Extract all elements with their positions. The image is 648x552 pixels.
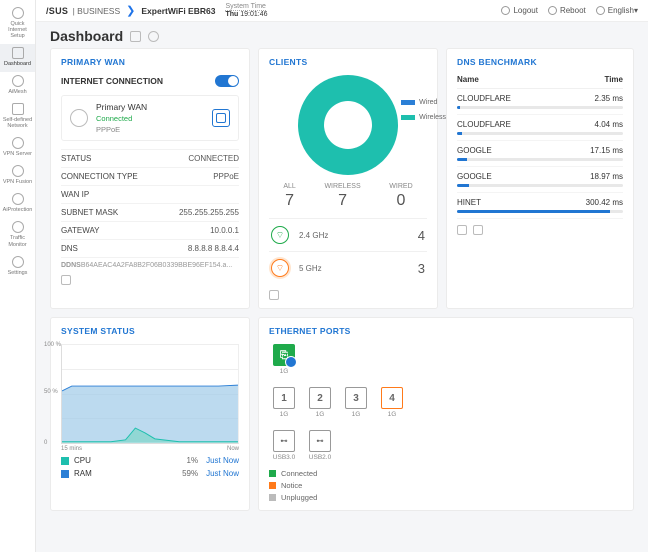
cpu-just-now[interactable]: Just Now [206, 456, 239, 465]
port-wan[interactable]: ⎘1G [269, 344, 299, 375]
wan-summary: Primary WAN Connected PPPoE [61, 95, 239, 141]
settings-icon[interactable] [148, 31, 159, 42]
kv-wan-ip: WAN IP [61, 185, 239, 203]
globe-icon [596, 6, 605, 15]
sidebar-item-vpn-fusion[interactable]: VPN Fusion [0, 162, 35, 190]
gauge-icon [12, 7, 24, 19]
primary-wan-card: PRIMARY WAN INTERNET CONNECTION Primary … [50, 48, 250, 309]
sidebar-item-dashboard[interactable]: Dashboard [0, 44, 35, 72]
dashboard-icon [12, 47, 24, 59]
chevron-down-icon: ▾ [634, 6, 638, 15]
vpn-server-icon [12, 137, 24, 149]
chevron-right-icon: ❯ [126, 4, 135, 17]
dns-row: GOOGLE17.15 ms [457, 141, 623, 167]
kv-status: STATUSCONNECTED [61, 149, 239, 167]
network-icon [12, 103, 24, 115]
kv-subnet: SUBNET MASK255.255.255.255 [61, 203, 239, 221]
logout-button[interactable]: Logout [501, 6, 537, 15]
brand-logo: /SUS [46, 6, 68, 16]
kv-ddns: DDNSB64AEAC4A2FA8B2F06B0339BBE96EF154.a.… [61, 257, 239, 269]
gear-icon [12, 256, 24, 268]
port-lan-2[interactable]: 21G [305, 387, 335, 418]
donut-legend: Wired Wireless [401, 99, 446, 129]
card-title: PRIMARY WAN [61, 57, 239, 67]
usb-icon: ⊷ [309, 430, 331, 452]
dns-benchmark-card: DNS BENCHMARK NameTime CLOUDFLARE2.35 ms… [446, 48, 634, 309]
wan-edit-button[interactable] [212, 109, 230, 127]
clients-donut-chart: Wired Wireless [298, 75, 398, 175]
port-usb2[interactable]: ⊷USB2.0 [305, 430, 335, 461]
dns-row: CLOUDFLARE4.04 ms [457, 115, 623, 141]
vpn-fusion-icon [12, 165, 24, 177]
trash-icon[interactable] [473, 225, 483, 235]
page-header: Dashboard [36, 22, 648, 48]
system-status-chart: 100 % 50 % 0 [61, 344, 239, 444]
topbar: /SUS | BUSINESS ❯ ExpertWiFi EBR63 Syste… [36, 0, 648, 22]
sidebar-item-settings[interactable]: Settings [0, 253, 35, 281]
reboot-icon [548, 6, 557, 15]
sidebar-item-sdn[interactable]: Self-defined Network [0, 100, 35, 134]
kv-dns: DNS8.8.8.8 8.8.4.4 [61, 239, 239, 257]
model-name: ExpertWiFi EBR63 [141, 6, 215, 16]
sidebar-item-vpn-server[interactable]: VPN Server [0, 134, 35, 162]
page-title: Dashboard [50, 28, 123, 44]
sidebar-item-traffic[interactable]: Traffic Monitor [0, 218, 35, 252]
sidebar-item-aimesh[interactable]: AiMesh [0, 72, 35, 100]
pin-icon[interactable] [61, 275, 71, 285]
logout-icon [501, 6, 510, 15]
wifi-icon: ⌔ [271, 226, 289, 244]
port-lan-1[interactable]: 11G [269, 387, 299, 418]
traffic-icon [12, 221, 24, 233]
internet-toggle[interactable] [215, 75, 239, 87]
sidebar-item-aiprotection[interactable]: AiProtection [0, 190, 35, 218]
metric-cpu: CPU1%Just Now [61, 456, 239, 465]
kv-gateway: GATEWAY10.0.0.1 [61, 221, 239, 239]
sidebar-item-quick-setup[interactable]: Quick Internet Setup [0, 4, 35, 44]
wifi-icon: ⌔ [271, 259, 289, 277]
system-status-card: SYSTEM STATUS 100 % 50 % 0 15 minsNow CP… [50, 317, 250, 511]
metric-ram: RAM59%Just Now [61, 469, 239, 478]
dns-table-header: NameTime [457, 75, 623, 89]
clients-card: CLIENTS Wired Wireless ALL7 WIRELESS7 WI… [258, 48, 438, 309]
sidebar: Quick Internet Setup Dashboard AiMesh Se… [0, 0, 36, 552]
wan-port-icon: ⎘ [273, 344, 295, 366]
port-lan-4[interactable]: 41G [377, 387, 407, 418]
ethernet-ports-card: ETHERNET PORTS ⎘1G 11G 21G 31G 41G ⊷USB3… [258, 317, 634, 511]
language-select[interactable]: English ▾ [596, 6, 638, 15]
pin-icon[interactable] [457, 225, 467, 235]
pin-icon[interactable] [269, 290, 279, 300]
system-time: System Time Thu 19:01:46 [225, 3, 267, 18]
layout-icon[interactable] [130, 31, 141, 42]
client-counts: ALL7 WIRELESS7 WIRED0 [269, 183, 427, 210]
ram-just-now[interactable]: Just Now [206, 469, 239, 478]
dns-row: HINET300.42 ms [457, 193, 623, 219]
dns-row: CLOUDFLARE2.35 ms [457, 89, 623, 115]
kv-conn-type: CONNECTION TYPEPPPoE [61, 167, 239, 185]
reboot-button[interactable]: Reboot [548, 6, 586, 15]
band-24ghz[interactable]: ⌔2.4 GHz4 [269, 218, 427, 251]
globe-icon [70, 109, 88, 127]
mesh-icon [12, 75, 24, 87]
port-lan-3[interactable]: 31G [341, 387, 371, 418]
usb-icon: ⊷ [273, 430, 295, 452]
band-5ghz[interactable]: ⌔5 GHz3 [269, 251, 427, 284]
shield-icon [12, 193, 24, 205]
brand-sub: | BUSINESS [70, 6, 120, 16]
internet-connection-label: INTERNET CONNECTION [61, 76, 163, 86]
dns-row: GOOGLE18.97 ms [457, 167, 623, 193]
port-usb3[interactable]: ⊷USB3.0 [269, 430, 299, 461]
port-legend: Connected Notice Unplugged [269, 469, 623, 502]
